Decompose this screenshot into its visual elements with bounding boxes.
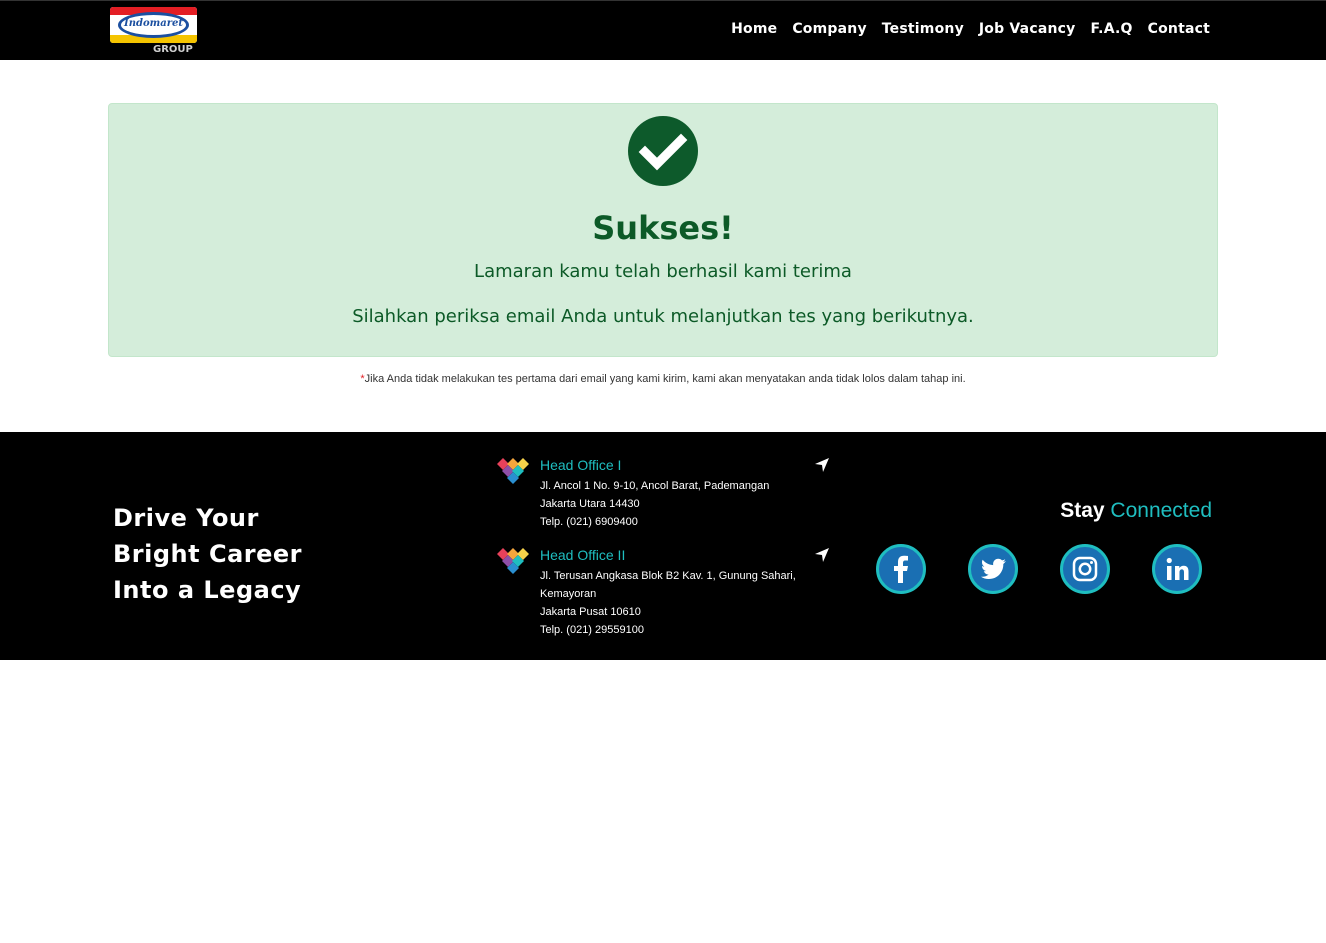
address-line: Jakarta Utara 14430: [540, 498, 640, 510]
nav-home[interactable]: Home: [731, 21, 777, 37]
facebook-link[interactable]: [876, 544, 926, 594]
twitter-icon: [981, 558, 1006, 579]
office-name: Head Office I: [540, 457, 622, 473]
office-address: Jl. Ancol 1 No. 9-10, Ancol Barat, Padem…: [540, 477, 830, 531]
phone-line: Telp. (021) 29559100: [540, 624, 644, 636]
disclaimer-note: *Jika Anda tidak melakukan tes pertama d…: [0, 373, 1326, 385]
facebook-icon: [894, 555, 908, 583]
stay-text: Stay: [1060, 499, 1105, 522]
address-line: Jl. Terusan Angkasa Blok B2 Kav. 1, Gunu…: [540, 570, 796, 582]
nav-contact[interactable]: Contact: [1148, 21, 1210, 37]
diamond-logo-icon: [497, 548, 529, 574]
alert-message: Lamaran kamu telah berhasil kami terima: [474, 261, 852, 282]
linkedin-icon: [1166, 557, 1189, 580]
stay-connected-heading: Stay Connected: [1060, 499, 1212, 523]
tagline-line: Into a Legacy: [113, 576, 302, 604]
main-nav: Home Company Testimony Job Vacancy F.A.Q…: [731, 21, 1210, 37]
instagram-icon: [1072, 556, 1098, 582]
indomaret-group-logo[interactable]: Indomaret GROUP: [110, 7, 198, 57]
linkedin-link[interactable]: [1152, 544, 1202, 594]
location-arrow-icon[interactable]: [814, 457, 830, 473]
footer: Drive Your Bright Career Into a Legacy H…: [0, 432, 1326, 660]
instagram-link[interactable]: [1060, 544, 1110, 594]
footer-tagline: Drive Your Bright Career Into a Legacy: [113, 500, 302, 608]
address-line: Jl. Ancol 1 No. 9-10, Ancol Barat, Padem…: [540, 480, 770, 492]
tagline-line: Drive Your: [113, 504, 259, 532]
nav-faq[interactable]: F.A.Q: [1090, 21, 1132, 37]
alert-title: Sukses!: [592, 209, 734, 247]
nav-testimony[interactable]: Testimony: [882, 21, 964, 37]
location-arrow-icon[interactable]: [814, 547, 830, 563]
diamond-logo-icon: [497, 458, 529, 484]
twitter-link[interactable]: [968, 544, 1018, 594]
address-line: Kemayoran: [540, 588, 597, 600]
check-circle-icon: [628, 116, 698, 186]
navbar: Indomaret GROUP Home Company Testimony J…: [0, 0, 1326, 60]
logo-text: Indomaret: [124, 18, 183, 29]
success-alert: Sukses! Lamaran kamu telah berhasil kami…: [108, 103, 1218, 357]
nav-company[interactable]: Company: [792, 21, 866, 37]
nav-job-vacancy[interactable]: Job Vacancy: [979, 21, 1076, 37]
phone-line: Telp. (021) 6909400: [540, 516, 638, 528]
address-line: Jakarta Pusat 10610: [540, 606, 641, 618]
connected-text: Connected: [1110, 499, 1212, 522]
disclaimer-text: Jika Anda tidak melakukan tes pertama da…: [364, 373, 966, 385]
alert-instruction: Silahkan periksa email Anda untuk melanj…: [352, 306, 974, 327]
office-name: Head Office II: [540, 547, 626, 563]
tagline-line: Bright Career: [113, 540, 302, 568]
office-address: Jl. Terusan Angkasa Blok B2 Kav. 1, Gunu…: [540, 567, 830, 639]
logo-group-text: GROUP: [153, 44, 193, 55]
logo-badge: Indomaret: [110, 7, 197, 43]
